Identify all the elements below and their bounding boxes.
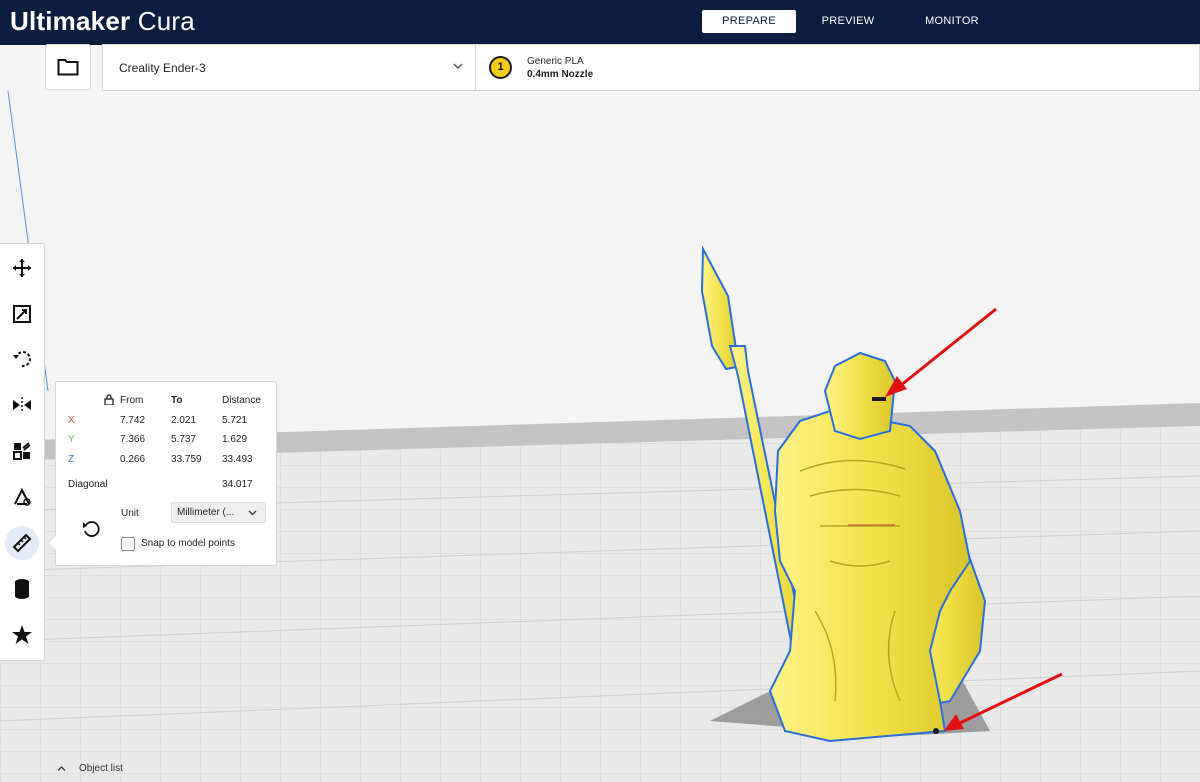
x-distance: 5.721 [222, 415, 248, 426]
header-to: To [171, 395, 183, 406]
chevron-down-icon [453, 63, 463, 69]
rotate-icon [13, 351, 31, 368]
z-distance: 33.493 [222, 454, 253, 465]
x-from: 7.742 [120, 415, 146, 426]
support-blocker-icon [14, 487, 31, 506]
ruler-icon [12, 533, 32, 553]
custom-supports-tool[interactable] [5, 618, 39, 652]
tab-monitor[interactable]: MONITOR [905, 10, 999, 33]
app-logo: Ultimaker Cura [10, 6, 195, 36]
app-header: Ultimaker Cura PREPARE PREVIEW MONITOR [0, 0, 1200, 45]
cylinder-tool[interactable] [5, 572, 39, 606]
diagonal-label: Diagonal [68, 479, 108, 490]
unit-label: Unit [121, 508, 139, 519]
object-list-toggle[interactable]: Object list [79, 763, 123, 774]
star-icon [12, 625, 32, 644]
rotate-tool[interactable] [5, 342, 39, 376]
scale-icon [13, 305, 31, 323]
cylinder-icon [15, 579, 29, 599]
axis-z-label: Z [68, 454, 75, 465]
printer-setup-bar: Creality Ender-3 1 Generic PLA 0.4mm Noz… [102, 44, 1200, 91]
tab-prepare[interactable]: PREPARE [702, 10, 796, 33]
unit-value: Millimeter (... [177, 507, 235, 518]
printer-name: Creality Ender-3 [119, 61, 206, 75]
z-to: 33.759 [171, 454, 202, 465]
snap-to-points-label: Snap to model points [141, 538, 235, 549]
tab-preview[interactable]: PREVIEW [801, 10, 895, 33]
support-blocker-tool[interactable] [5, 480, 39, 514]
chevron-up-icon[interactable] [57, 765, 66, 772]
printer-select[interactable]: Creality Ender-3 [103, 45, 476, 90]
reset-icon[interactable] [81, 519, 101, 539]
x-to: 2.021 [171, 415, 197, 426]
per-model-settings-tool[interactable] [5, 434, 39, 468]
move-tool[interactable] [5, 251, 39, 285]
extruder-icon[interactable]: 1 [489, 56, 512, 79]
measure-panel: From To Distance X 7.742 2.021 5.721 Y 7… [49, 381, 277, 566]
y-to: 5.737 [171, 434, 197, 445]
snap-to-points-checkbox[interactable] [121, 537, 135, 551]
scale-tool[interactable] [5, 297, 39, 331]
diagonal-value: 34.017 [222, 479, 253, 490]
header-from: From [120, 395, 144, 406]
chevron-down-icon [248, 510, 257, 516]
header-distance: Distance [222, 395, 261, 406]
measure-tool[interactable] [5, 526, 39, 560]
folder-icon [57, 59, 79, 76]
axis-x-label: X [68, 415, 75, 426]
y-from: 7.366 [120, 434, 146, 445]
nozzle-size: 0.4mm Nozzle [527, 69, 594, 80]
mirror-icon [13, 397, 31, 413]
unit-select[interactable]: Millimeter (... [171, 502, 266, 523]
open-file-button[interactable] [45, 44, 91, 90]
z-from: 0.266 [120, 454, 146, 465]
mirror-tool[interactable] [5, 388, 39, 422]
measure-point [933, 728, 939, 734]
move-icon [13, 259, 31, 277]
per-model-settings-icon [13, 442, 31, 460]
lock-icon[interactable] [104, 394, 114, 405]
axis-y-label: Y [68, 434, 75, 445]
tool-panel [0, 243, 45, 661]
y-distance: 1.629 [222, 434, 248, 445]
material-name: Generic PLA [527, 56, 584, 67]
